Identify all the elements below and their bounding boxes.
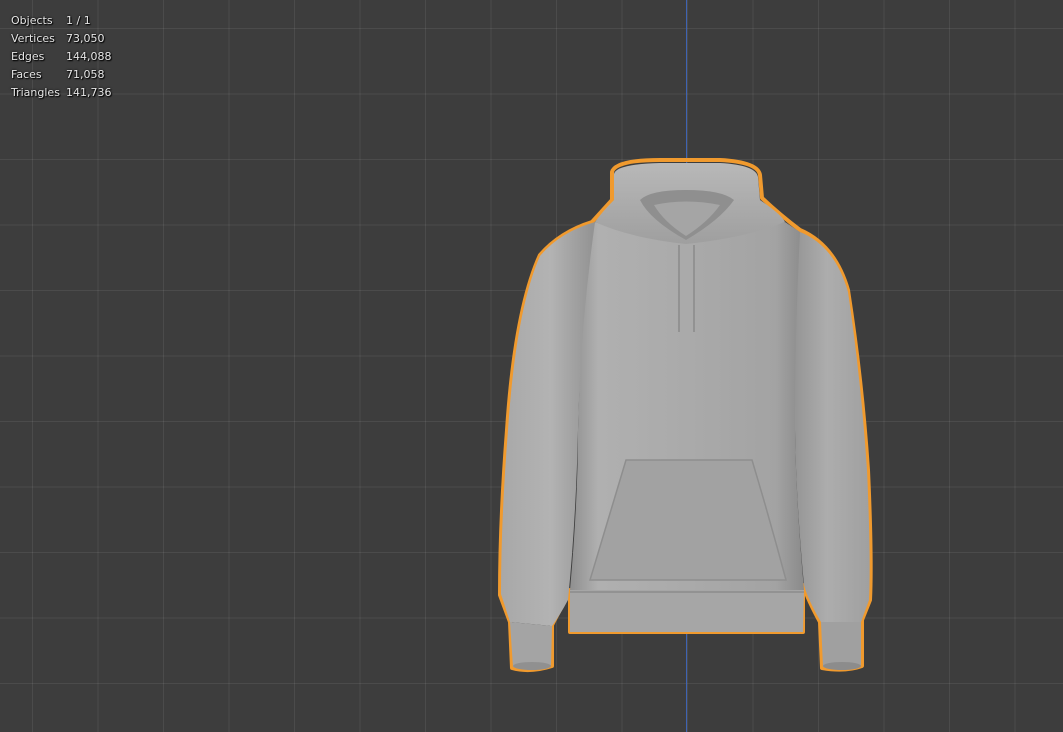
right-cuff [821,622,861,669]
left-cuff-opening [513,662,551,670]
hoodie-mesh-object[interactable] [0,0,1063,732]
3d-viewport[interactable]: Objects 1 / 1 Vertices 73,050 Edges 144,… [0,0,1063,732]
waistband [570,590,804,632]
left-cuff [510,622,552,669]
right-cuff-opening [823,662,861,670]
